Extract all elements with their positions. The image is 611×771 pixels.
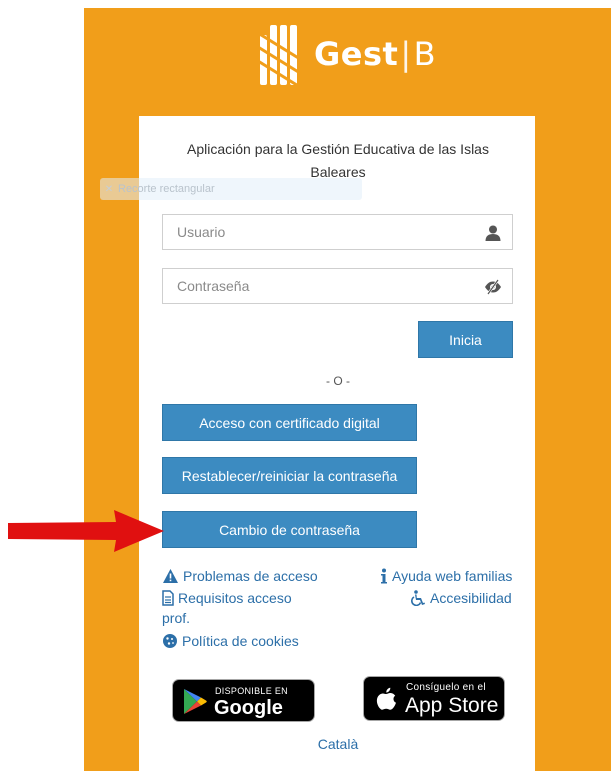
- snip-tool-overlay: ✕ Recorte rectangular: [100, 178, 362, 200]
- change-password-button[interactable]: Cambio de contraseña: [162, 511, 417, 548]
- accessibility-label: Accesibilidad: [430, 590, 512, 606]
- google-play-big-text: Google Play: [214, 697, 283, 742]
- password-input[interactable]: [163, 269, 477, 303]
- close-icon: ✕: [104, 184, 114, 195]
- app-store-big-text: App Store: [405, 694, 499, 717]
- google-play-icon: [184, 689, 207, 714]
- document-icon: [162, 590, 174, 606]
- gestib-wordmark: Gest|B: [314, 35, 437, 73]
- eye-slash-icon[interactable]: [484, 278, 502, 296]
- cookie-icon: [162, 633, 178, 649]
- apple-icon: [376, 687, 396, 710]
- requirements-label-line1: Requisitos acceso: [178, 590, 292, 606]
- requirements-link[interactable]: Requisitos acceso prof.: [162, 590, 292, 626]
- gestib-logo-mark: [258, 25, 301, 87]
- login-submit-button[interactable]: Inicia: [418, 321, 513, 358]
- cookies-link[interactable]: Política de cookies: [162, 633, 299, 649]
- gestib-logo: Gest|B: [258, 20, 436, 88]
- red-arrow-annotation: [8, 510, 164, 552]
- help-families-label: Ayuda web familias: [392, 568, 513, 584]
- username-input[interactable]: [163, 215, 477, 249]
- wheelchair-icon: [410, 590, 426, 606]
- password-field[interactable]: [162, 268, 513, 304]
- access-problems-label: Problemas de acceso: [183, 568, 318, 584]
- certificate-access-button[interactable]: Acceso con certificado digital: [162, 404, 417, 441]
- snip-tool-label: Recorte rectangular: [118, 183, 215, 195]
- requirements-label-line2: prof.: [162, 610, 191, 626]
- or-divider: - O -: [326, 374, 350, 388]
- accessibility-link[interactable]: Accesibilidad: [410, 590, 512, 606]
- help-families-link[interactable]: Ayuda web familias: [380, 568, 512, 584]
- cookies-label: Política de cookies: [182, 633, 299, 649]
- google-play-badge[interactable]: DISPONIBLE EN Google Play: [172, 679, 315, 742]
- user-icon: [485, 225, 501, 241]
- app-store-small-text: Consíguelo en el: [406, 682, 486, 693]
- google-play-small-text: DISPONIBLE EN: [215, 686, 288, 696]
- access-problems-link[interactable]: Problemas de acceso: [162, 568, 318, 584]
- language-switch-link[interactable]: Català: [300, 736, 376, 752]
- warning-icon: [162, 568, 179, 584]
- username-field[interactable]: [162, 214, 513, 250]
- reset-password-button[interactable]: Restablecer/reiniciar la contraseña: [162, 457, 417, 494]
- app-store-badge[interactable]: Consíguelo en el App Store: [363, 676, 505, 721]
- info-icon: [380, 568, 388, 584]
